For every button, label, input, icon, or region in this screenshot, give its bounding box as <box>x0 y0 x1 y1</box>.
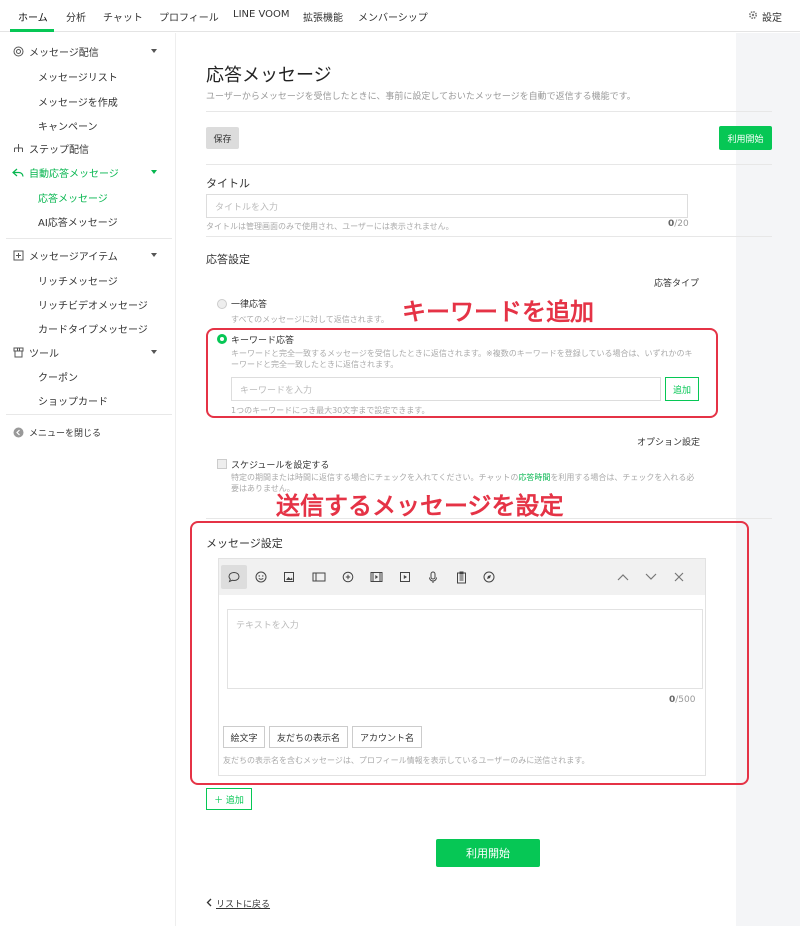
chevron-left-circle-icon <box>12 427 24 439</box>
main-area: 応答メッセージ ユーザーからメッセージを受信したときに、事前に設定しておいたメッ… <box>176 33 800 926</box>
divider <box>206 111 772 112</box>
chevron-down-icon[interactable] <box>151 253 157 257</box>
tab-home[interactable]: ホーム <box>18 9 48 24</box>
annotation-add-keyword: キーワードを追加 <box>402 298 594 326</box>
chevron-down-icon[interactable] <box>151 350 157 354</box>
divider <box>206 164 772 165</box>
sidebar-item-message-list[interactable]: メッセージリスト <box>38 69 118 84</box>
settings-button[interactable]: 設定 <box>748 9 782 24</box>
tab-analytics[interactable]: 分析 <box>66 9 86 24</box>
annotation-set-message: 送信するメッセージを設定 <box>276 492 564 520</box>
title-section-label: タイトル <box>206 177 250 190</box>
annotation-box-message <box>190 521 749 785</box>
title-hint: タイトルは管理画面のみで使用され、ユーザーには表示されません。 <box>206 222 454 231</box>
page-title: 応答メッセージ <box>206 65 332 86</box>
sidebar-item-shop-card[interactable]: ショップカード <box>38 393 108 408</box>
back-label: リストに戻る <box>216 900 271 910</box>
page-description: ユーザーからメッセージを受信したときに、事前に設定しておいたメッセージを自動で返… <box>206 92 636 102</box>
settings-label: 設定 <box>762 13 782 24</box>
schedule-desc-text: 特定の期間または時間に返信する場合にチェックを入れてください。チャットの <box>231 473 519 482</box>
schedule-label: スケジュールを設定する <box>231 461 330 471</box>
uniform-reply-desc: すべてのメッセージに対して返信されます。 <box>231 315 389 324</box>
reply-icon <box>12 167 24 179</box>
reply-settings-label: 応答設定 <box>206 253 250 266</box>
title-input[interactable]: タイトルを入力 <box>206 194 688 218</box>
active-tab-indicator <box>10 29 54 32</box>
sidebar-item-label: 自動応答メッセージ <box>29 169 119 180</box>
sidebar-item-label: メッセージ配信 <box>29 48 99 59</box>
tab-profile[interactable]: プロフィール <box>159 9 219 24</box>
broadcast-icon <box>12 46 24 58</box>
title-count-max: /20 <box>674 219 689 229</box>
tab-line-voom[interactable]: LINE VOOM <box>233 9 290 20</box>
reply-time-link[interactable]: 応答時間 <box>518 473 550 482</box>
sidebar-item-rich-message[interactable]: リッチメッセージ <box>38 273 118 288</box>
sidebar-item-label: ステップ配信 <box>29 145 89 156</box>
add-box-icon <box>12 250 24 262</box>
divider <box>6 414 172 415</box>
sidebar-item-create-message[interactable]: メッセージを作成 <box>38 94 118 109</box>
divider <box>206 236 772 237</box>
start-button[interactable]: 利用開始 <box>436 839 540 867</box>
start-button-top[interactable]: 利用開始 <box>719 126 772 150</box>
tab-chat[interactable]: チャット <box>103 9 143 24</box>
uniform-reply-label: 一律応答 <box>231 300 268 310</box>
sidebar: メッセージ配信 メッセージリスト メッセージを作成 キャンペーン ステップ配信 … <box>0 33 176 926</box>
tab-extensions[interactable]: 拡張機能 <box>303 9 343 24</box>
divider <box>6 238 172 239</box>
sidebar-item-message-delivery[interactable]: メッセージ配信 <box>12 44 99 59</box>
sidebar-item-ai-reply[interactable]: AI応答メッセージ <box>38 214 118 229</box>
sidebar-item-card-message[interactable]: カードタイプメッセージ <box>38 321 148 336</box>
sidebar-item-auto-reply[interactable]: 自動応答メッセージ <box>12 165 119 180</box>
chevron-down-icon[interactable] <box>151 49 157 53</box>
tab-membership[interactable]: メンバーシップ <box>358 9 428 24</box>
sidebar-item-label: メッセージアイテム <box>29 252 118 263</box>
gear-icon <box>748 10 758 23</box>
back-to-list-link[interactable]: リストに戻る <box>206 897 270 910</box>
reply-type-label: 応答タイプ <box>654 279 700 289</box>
save-button[interactable]: 保存 <box>206 127 239 149</box>
title-char-count: 0/20 <box>668 219 689 229</box>
sidebar-item-tools[interactable]: ツール <box>12 345 59 360</box>
sidebar-item-rich-video[interactable]: リッチビデオメッセージ <box>38 297 148 312</box>
uniform-reply-radio[interactable] <box>217 299 227 309</box>
close-menu-label: メニューを閉じる <box>29 429 102 439</box>
sidebar-item-message-items[interactable]: メッセージアイテム <box>12 248 118 263</box>
sidebar-item-step-delivery[interactable]: ステップ配信 <box>12 141 89 156</box>
chevron-left-icon <box>206 898 212 910</box>
sidebar-item-coupon[interactable]: クーポン <box>38 369 78 384</box>
add-message-button[interactable]: ＋ 追加 <box>206 788 252 810</box>
chevron-down-icon[interactable] <box>151 170 157 174</box>
tree-icon <box>12 143 24 155</box>
sidebar-item-campaign[interactable]: キャンペーン <box>38 118 98 133</box>
sidebar-item-label: ツール <box>29 349 59 360</box>
close-menu-button[interactable]: メニューを閉じる <box>12 426 101 439</box>
annotation-box-keyword <box>206 328 718 418</box>
top-navigation: ホーム 分析 チャット プロフィール LINE VOOM 拡張機能 メンバーシッ… <box>0 0 800 32</box>
schedule-checkbox[interactable] <box>217 459 227 469</box>
option-settings-label: オプション設定 <box>637 438 701 448</box>
sidebar-item-reply-message[interactable]: 応答メッセージ <box>38 190 108 205</box>
shop-icon <box>12 347 24 359</box>
